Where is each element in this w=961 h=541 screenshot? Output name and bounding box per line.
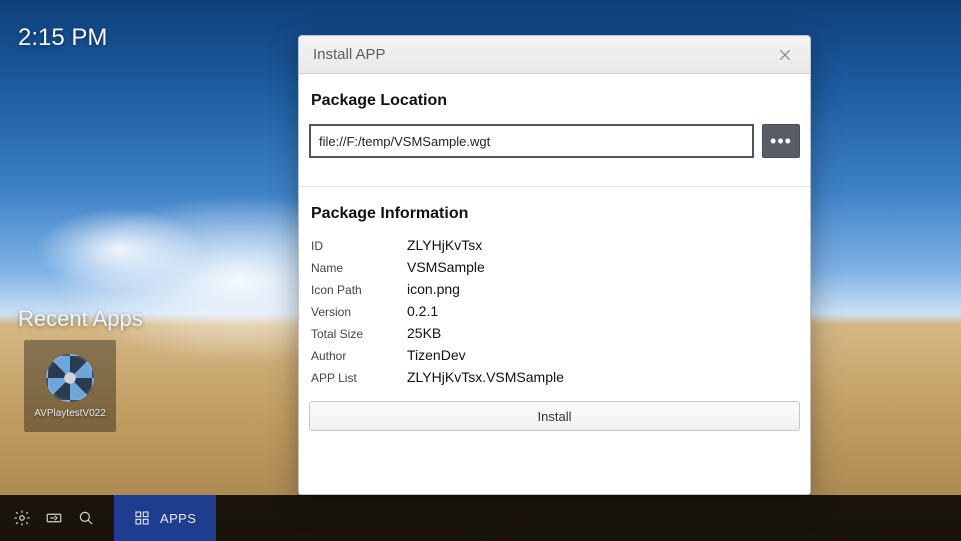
browse-button[interactable]: ••• bbox=[762, 124, 800, 158]
info-label-version: Version bbox=[311, 305, 407, 319]
apps-button[interactable]: APPS bbox=[114, 495, 216, 541]
recent-app-tile[interactable]: AVPlaytestV022 bbox=[24, 340, 116, 432]
install-button-label: Install bbox=[538, 409, 572, 424]
info-value-author: TizenDev bbox=[407, 347, 466, 363]
section-divider bbox=[299, 186, 810, 187]
package-location-heading: Package Location bbox=[311, 92, 800, 110]
info-row-version: Version 0.2.1 bbox=[311, 303, 798, 319]
info-row-author: Author TizenDev bbox=[311, 347, 798, 363]
recent-apps-heading: Recent Apps bbox=[18, 306, 143, 332]
package-location-section: Package Location ••• bbox=[309, 88, 800, 176]
desktop-background: 2:15 PM Recent Apps AVPlaytestV022 APPS … bbox=[0, 0, 961, 541]
info-label-name: Name bbox=[311, 261, 407, 275]
recent-app-label: AVPlaytestV022 bbox=[34, 408, 106, 419]
info-value-applist: ZLYHjKvTsx.VSMSample bbox=[407, 369, 564, 385]
info-label-iconpath: Icon Path bbox=[311, 283, 407, 297]
settings-icon[interactable] bbox=[8, 504, 36, 532]
close-button[interactable] bbox=[774, 44, 796, 66]
info-label-totalsize: Total Size bbox=[311, 327, 407, 341]
info-value-version: 0.2.1 bbox=[407, 303, 438, 319]
source-icon[interactable] bbox=[40, 504, 68, 532]
info-row-applist: APP List ZLYHjKvTsx.VSMSample bbox=[311, 369, 798, 385]
info-label-author: Author bbox=[311, 349, 407, 363]
info-value-iconpath: icon.png bbox=[407, 281, 460, 297]
pinwheel-icon bbox=[46, 354, 94, 402]
install-app-dialog: Install APP Package Location ••• Package… bbox=[298, 35, 811, 495]
info-label-id: ID bbox=[311, 239, 407, 253]
info-row-totalsize: Total Size 25KB bbox=[311, 325, 798, 341]
apps-button-label: APPS bbox=[160, 511, 196, 526]
apps-grid-icon bbox=[134, 510, 150, 526]
info-label-applist: APP List bbox=[311, 371, 407, 385]
info-value-name: VSMSample bbox=[407, 259, 485, 275]
ellipsis-icon: ••• bbox=[770, 131, 792, 152]
info-value-totalsize: 25KB bbox=[407, 325, 441, 341]
install-button[interactable]: Install bbox=[309, 401, 800, 431]
search-icon[interactable] bbox=[72, 504, 100, 532]
info-value-id: ZLYHjKvTsx bbox=[407, 237, 482, 253]
clock: 2:15 PM bbox=[18, 24, 107, 52]
dialog-titlebar[interactable]: Install APP bbox=[299, 36, 810, 74]
info-row-iconpath: Icon Path icon.png bbox=[311, 281, 798, 297]
package-information-section: Package Information ID ZLYHjKvTsx Name V… bbox=[309, 201, 800, 474]
taskbar: APPS bbox=[0, 495, 961, 541]
package-information-heading: Package Information bbox=[311, 205, 800, 223]
package-location-input[interactable] bbox=[309, 124, 754, 158]
info-row-name: Name VSMSample bbox=[311, 259, 798, 275]
dialog-title: Install APP bbox=[313, 46, 774, 63]
dialog-body: Package Location ••• Package Information… bbox=[299, 74, 810, 494]
package-info-table: ID ZLYHjKvTsx Name VSMSample Icon Path i… bbox=[309, 237, 800, 391]
close-icon bbox=[777, 47, 793, 63]
info-row-id: ID ZLYHjKvTsx bbox=[311, 237, 798, 253]
